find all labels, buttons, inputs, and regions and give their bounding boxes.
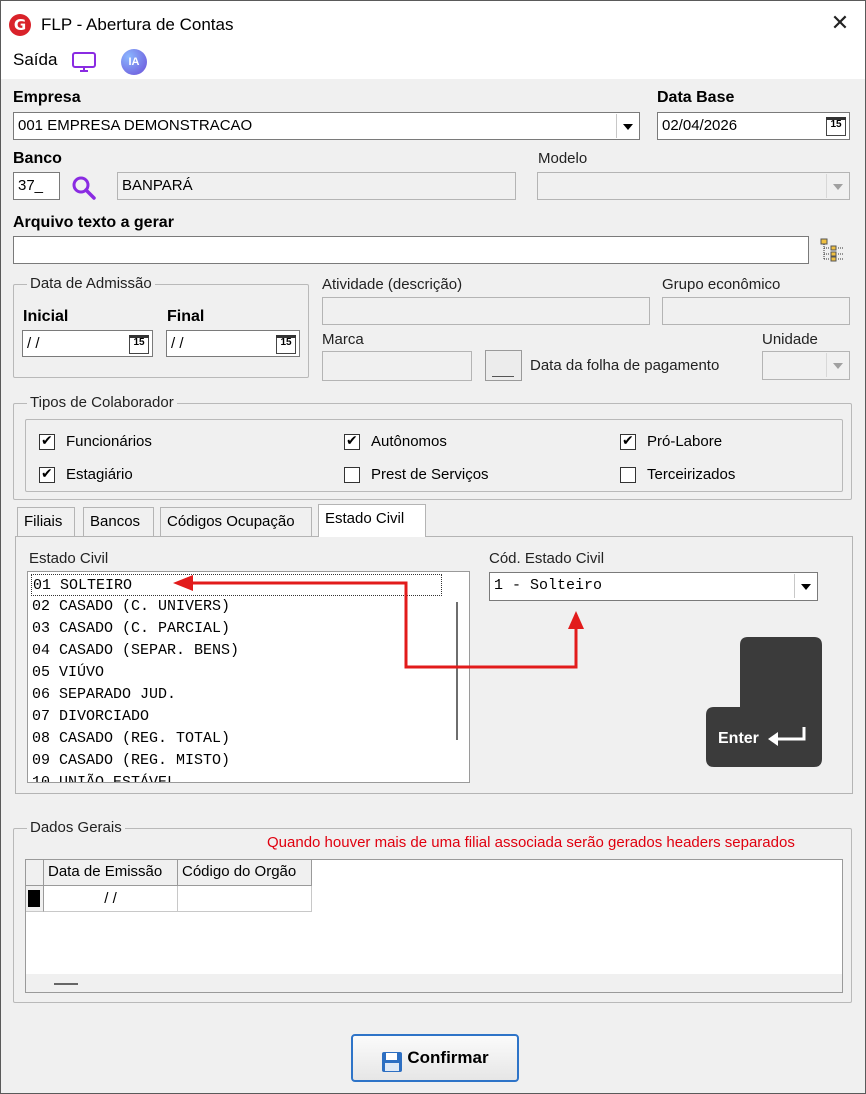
enter-key-image: Enter — [704, 635, 824, 768]
search-icon[interactable] — [71, 175, 97, 201]
folha-label: Data da folha de pagamento — [530, 357, 720, 374]
list-item[interactable]: 10 UNIÃO ESTÁVEL — [31, 772, 176, 782]
atividade-label: Atividade (descrição) — [322, 276, 463, 293]
atividade-field — [322, 297, 650, 325]
confirmar-button[interactable]: Confirmar — [351, 1034, 519, 1082]
checkbox-prest-servicos[interactable] — [344, 467, 360, 483]
dados-gerais-grid[interactable]: Data de Emissão Código do Orgão / / — [25, 859, 843, 993]
cod-estado-civil-label: Cód. Estado Civil — [489, 550, 605, 567]
checkbox-label: Funcionários — [66, 433, 152, 450]
window-title: FLP - Abertura de Contas — [41, 15, 234, 34]
tab-codigos-ocupacao[interactable]: Códigos Ocupação — [160, 507, 312, 537]
chevron-down-icon[interactable] — [794, 574, 816, 598]
chevron-down-icon[interactable] — [616, 114, 638, 138]
data-base-label: Data Base — [657, 89, 735, 106]
folha-button[interactable] — [485, 350, 522, 381]
grupo-label: Grupo econômico — [662, 276, 781, 293]
checkbox-label: Pró-Labore — [647, 433, 723, 450]
grid-scrollbar[interactable] — [26, 974, 842, 992]
list-item[interactable]: 09 CASADO (REG. MISTO) — [31, 750, 230, 772]
close-icon[interactable]: ✕ — [827, 11, 853, 37]
arquivo-input[interactable] — [13, 236, 809, 264]
marca-label: Marca — [322, 331, 364, 348]
tab-filiais[interactable]: Filiais — [17, 507, 75, 537]
scrollbar-thumb[interactable] — [54, 983, 78, 985]
calendar-icon[interactable]: 15 — [826, 117, 846, 136]
confirmar-label: Confirmar — [407, 1048, 489, 1067]
tab-estado-civil[interactable]: Estado Civil — [318, 504, 426, 537]
grid-cell[interactable]: / / — [44, 886, 178, 912]
banco-name-field: BANPARÁ — [117, 172, 516, 200]
checkbox-label: Terceirizados — [647, 466, 736, 483]
return-arrow-icon — [768, 727, 806, 746]
column-header[interactable]: Código do Orgão — [178, 860, 312, 886]
grid-cell[interactable] — [178, 886, 312, 912]
unidade-select[interactable] — [762, 351, 850, 380]
ia-assistant-icon[interactable]: IA — [121, 49, 147, 75]
annotation-arrow — [173, 575, 584, 669]
list-item[interactable]: 07 DIVORCIADO — [31, 706, 149, 728]
checkbox-label: Autônomos — [371, 433, 447, 450]
folder-tree-icon[interactable] — [819, 237, 845, 263]
row-marker-icon — [28, 890, 40, 907]
modelo-label: Modelo — [538, 150, 588, 167]
grid-corner — [26, 860, 44, 886]
checkbox-funcionarios[interactable] — [39, 433, 55, 450]
app-logo-icon: G — [9, 14, 31, 36]
tab-bancos[interactable]: Bancos — [83, 507, 154, 537]
warning-text: Quando houver mais de uma filial associa… — [267, 834, 795, 851]
enter-key-label: Enter — [718, 730, 759, 747]
inicial-date-value: / / — [27, 335, 40, 352]
checkbox-pro-labore[interactable] — [620, 433, 636, 450]
empresa-select[interactable]: 001 EMPRESA DEMONSTRACAO — [13, 112, 640, 140]
checkbox-estagiario[interactable] — [39, 466, 55, 483]
monitor-icon[interactable] — [71, 51, 97, 73]
banco-label: Banco — [13, 150, 62, 167]
calendar-icon[interactable]: 15 — [129, 335, 149, 354]
calendar-icon[interactable]: 15 — [276, 335, 296, 354]
checkbox-terceirizados[interactable] — [620, 467, 636, 483]
row-indicator — [26, 886, 44, 912]
column-header[interactable]: Data de Emissão — [44, 860, 178, 886]
final-label: Final — [167, 308, 205, 325]
checkbox-autonomos[interactable] — [344, 433, 360, 450]
chevron-down-icon[interactable] — [826, 353, 848, 377]
admissao-caption: Data de Admissão — [27, 275, 155, 292]
inicial-date-input[interactable]: / / 15 — [22, 330, 153, 357]
checkbox-label: Prest de Serviços — [371, 466, 489, 483]
banco-code-input[interactable]: 37_ — [13, 172, 60, 200]
modelo-select[interactable] — [537, 172, 850, 200]
tipos-caption: Tipos de Colaborador — [27, 394, 177, 411]
unidade-label: Unidade — [762, 331, 818, 348]
marca-field — [322, 351, 472, 381]
main-window: G FLP - Abertura de Contas ✕ Saída IA Em… — [0, 0, 866, 1094]
save-icon — [381, 1046, 403, 1072]
estado-civil-list-label: Estado Civil — [29, 550, 109, 567]
list-item[interactable]: 08 CASADO (REG. TOTAL) — [31, 728, 230, 750]
empresa-value: 001 EMPRESA DEMONSTRACAO — [18, 117, 253, 134]
dados-gerais-caption: Dados Gerais — [27, 819, 125, 836]
list-item[interactable]: 06 SEPARADO JUD. — [31, 684, 176, 706]
arquivo-label: Arquivo texto a gerar — [13, 214, 174, 231]
menu-saida[interactable]: Saída — [13, 50, 57, 70]
chevron-down-icon[interactable] — [826, 174, 848, 198]
list-item[interactable]: 05 VIÚVO — [31, 662, 104, 684]
inicial-label: Inicial — [23, 308, 69, 325]
empresa-label: Empresa — [13, 89, 81, 106]
final-date-input[interactable]: / / 15 — [166, 330, 300, 357]
grupo-field — [662, 297, 850, 325]
data-base-value: 02/04/2026 — [662, 117, 738, 134]
checkbox-label: Estagiário — [66, 466, 133, 483]
data-base-input[interactable]: 02/04/2026 15 — [657, 112, 850, 140]
final-date-value: / / — [171, 335, 184, 352]
folha-button-underline — [492, 376, 514, 377]
